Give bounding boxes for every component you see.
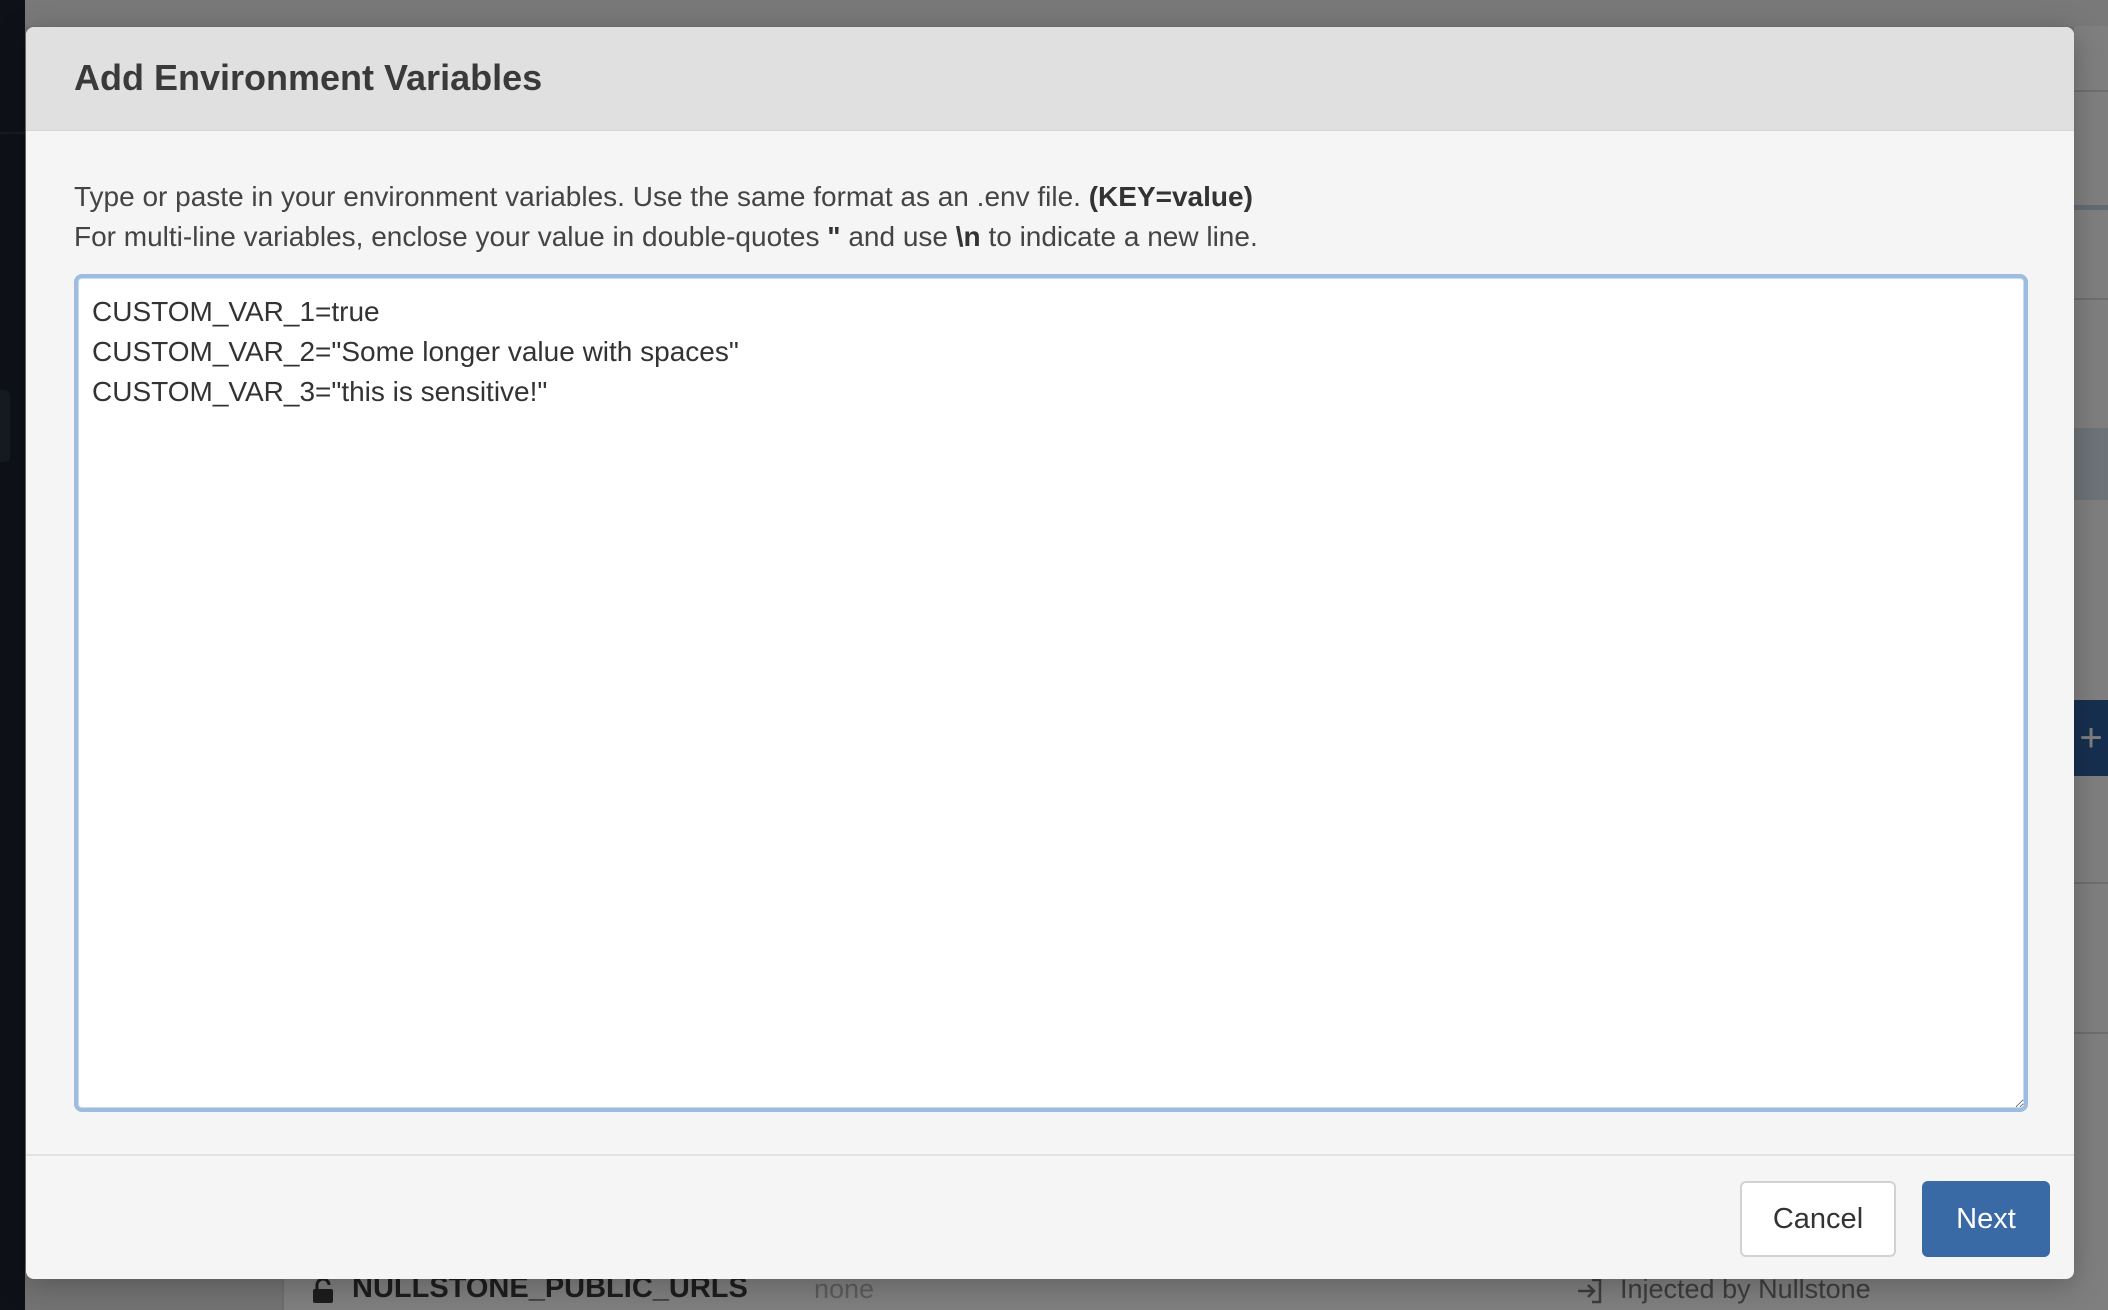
env-vars-textarea[interactable] [74, 274, 2028, 1112]
description-text: For multi-line variables, enclose your v… [74, 221, 820, 252]
app-screen: + NULLSTONE_PUBLIC_URLS none Injected by… [0, 0, 2108, 1310]
next-button[interactable]: Next [1922, 1181, 2050, 1257]
cancel-button[interactable]: Cancel [1740, 1181, 1896, 1257]
modal-description: Type or paste in your environment variab… [74, 177, 1258, 257]
editor-container [74, 274, 2028, 1112]
description-text: and use [848, 221, 948, 252]
modal-title: Add Environment Variables [74, 57, 543, 98]
description-line-1: Type or paste in your environment variab… [74, 177, 1258, 217]
description-text: Type or paste in your environment variab… [74, 181, 1081, 212]
quote-hint: " [827, 221, 841, 252]
modal-header: Add Environment Variables [26, 27, 2074, 131]
modal-footer-divider [26, 1154, 2074, 1156]
format-hint: (KEY=value) [1088, 181, 1253, 212]
add-env-vars-dialog: Add Environment Variables Type or paste … [26, 27, 2074, 1279]
description-text: to indicate a new line. [988, 221, 1258, 252]
description-line-2: For multi-line variables, enclose your v… [74, 217, 1258, 257]
newline-hint: \n [955, 221, 981, 252]
